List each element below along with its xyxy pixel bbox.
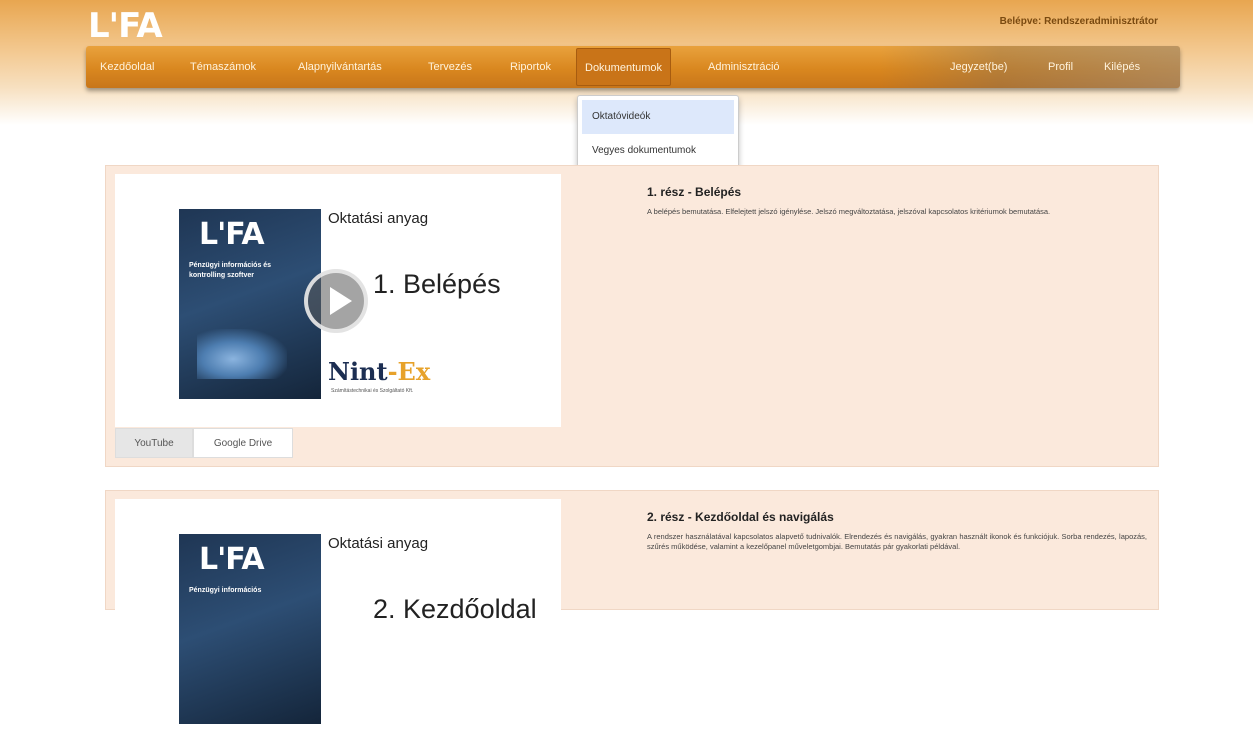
thumbnail-material-label: Oktatási anyag [328,210,429,227]
nav-item-registry[interactable]: Alapnyilvántartás [298,46,382,88]
nav-item-documents[interactable]: Dokumentumok [576,48,672,86]
video-card: L'FA Pénzügyi információs Oktatási anyag… [105,490,1159,752]
nav-item-topics[interactable]: Témaszámok [190,46,256,88]
nav-item-notes[interactable]: Jegyzet(be) [950,46,1007,88]
logged-in-user: Belépve: Rendszeradminisztrátor [999,16,1158,27]
video-thumbnail[interactable]: L'FA Pénzügyi információs Oktatási anyag… [115,499,561,752]
cover-text: Pénzügyi információs és kontrolling szof… [189,262,272,279]
nav-item-reports[interactable]: Riportok [510,46,551,88]
thumbnail-cover: L'FA Pénzügyi információs és kontrolling… [179,209,321,399]
brand-logo-b: -Ex [387,357,431,386]
dropdown-item-tutorial-videos[interactable]: Oktatóvideók [582,100,734,134]
nav-item-administration[interactable]: Adminisztráció [708,46,780,88]
tab-youtube[interactable]: YouTube [115,428,193,458]
video-title: 1. rész - Belépés [647,185,742,199]
video-card: L'FA Pénzügyi információs és kontrolling… [105,165,1159,467]
brand-logo: Nint-Ex [328,357,430,386]
app-logo[interactable]: L'FA [88,8,188,44]
nav-item-planning[interactable]: Tervezés [428,46,472,88]
nav-item-profile[interactable]: Profil [1048,46,1073,88]
thumbnail-part-title: 1. Belépés [373,269,501,299]
cover-logo: L'FA [199,217,265,252]
thumbnail-material-label: Oktatási anyag [328,535,429,552]
main-navbar: Kezdőoldal Témaszámok Alapnyilvántartás … [86,46,1180,88]
nav-item-home[interactable]: Kezdőoldal [100,46,154,88]
cover-text: Pénzügyi információs [189,587,262,594]
documents-dropdown: Oktatóvideók Vegyes dokumentumok [577,95,739,175]
thumbnail-cover: L'FA Pénzügyi információs [179,534,321,724]
play-icon[interactable] [304,269,368,333]
video-description: 1. rész - Belépés A belépés bemutatása. … [647,185,1147,217]
video-description-text: A belépés bemutatása. Elfelejtett jelszó… [647,207,1051,216]
cover-logo: L'FA [199,542,265,577]
brand-logo-a: Nint [328,357,388,386]
video-thumbnail[interactable]: L'FA Pénzügyi információs és kontrolling… [115,174,561,427]
tab-google-drive[interactable]: Google Drive [193,428,293,458]
nav-item-logout[interactable]: Kilépés [1104,46,1140,88]
cover-image [197,329,287,379]
video-description-text: A rendszer használatával kapcsolatos ala… [647,532,1147,551]
dropdown-item-misc-documents[interactable]: Vegyes dokumentumok [582,134,734,168]
video-description: 2. rész - Kezdőoldal és navigálás A rend… [647,510,1147,552]
video-title: 2. rész - Kezdőoldal és navigálás [647,510,834,524]
brand-subtitle: Számítástechnikai és Szolgáltató Kft. [331,388,414,394]
